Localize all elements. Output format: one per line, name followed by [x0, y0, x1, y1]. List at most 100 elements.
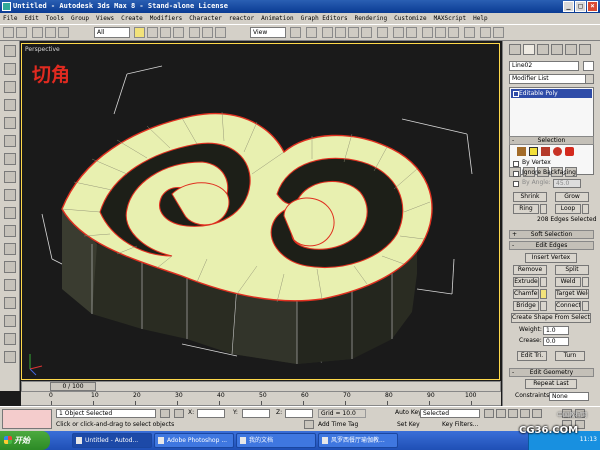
- play-icon[interactable]: [508, 409, 518, 418]
- schematic-view-icon[interactable]: [448, 27, 459, 38]
- percent-snap-icon[interactable]: [348, 27, 359, 38]
- menu-views[interactable]: Views: [96, 13, 114, 24]
- maximize-button[interactable]: □: [575, 1, 586, 12]
- menu-animation[interactable]: Animation: [261, 13, 294, 24]
- constraints-dropdown[interactable]: None: [549, 392, 589, 401]
- object-name-field[interactable]: Line02: [509, 61, 579, 71]
- go-to-start-icon[interactable]: [484, 409, 494, 418]
- weight-field[interactable]: 1.0: [543, 326, 569, 335]
- task-photoshop[interactable]: Adobe Photoshop ...: [154, 433, 234, 448]
- spinner-snap-icon[interactable]: [361, 27, 372, 38]
- strip-tool-icon-7[interactable]: [4, 153, 16, 165]
- close-button[interactable]: ×: [587, 1, 598, 12]
- absolute-mode-icon[interactable]: [174, 409, 184, 418]
- time-tag-icon[interactable]: [304, 420, 314, 429]
- extrude-settings-button[interactable]: [540, 277, 547, 287]
- soft-selection-rollout-header[interactable]: + Soft Selection: [509, 230, 594, 239]
- stack-item-editable-poly[interactable]: Editable Poly: [511, 89, 592, 98]
- edit-edges-rollout-header[interactable]: - Edit Edges: [509, 241, 594, 250]
- layer-manager-icon[interactable]: [422, 27, 433, 38]
- border-mode-icon[interactable]: [541, 147, 550, 156]
- strip-tool-icon-4[interactable]: [4, 99, 16, 111]
- start-button[interactable]: 开始: [0, 431, 50, 450]
- task-my-documents[interactable]: 我的文档: [236, 433, 316, 448]
- hierarchy-tab-icon[interactable]: [537, 44, 549, 55]
- object-color-swatch[interactable]: [583, 61, 594, 71]
- edge-mode-icon[interactable]: [529, 147, 538, 156]
- viewport-label[interactable]: Perspective: [25, 46, 60, 53]
- strip-tool-icon-17[interactable]: [4, 333, 16, 345]
- material-editor-icon[interactable]: [464, 27, 475, 38]
- reference-coordinate-dropdown[interactable]: View: [250, 27, 286, 38]
- weld-settings-button[interactable]: [582, 277, 589, 287]
- unlink-icon[interactable]: [45, 27, 56, 38]
- menu-modifiers[interactable]: Modifiers: [150, 13, 183, 24]
- element-mode-icon[interactable]: [565, 147, 574, 156]
- selection-filter-dropdown[interactable]: All: [94, 27, 130, 38]
- repeat-last-button[interactable]: Repeat Last: [525, 379, 577, 389]
- menu-create[interactable]: Create: [121, 13, 143, 24]
- x-coord-field[interactable]: [197, 409, 225, 418]
- polygon-mode-icon[interactable]: [553, 147, 562, 156]
- time-slider-thumb[interactable]: 0 / 100: [50, 382, 96, 391]
- rectangular-selection-icon[interactable]: [160, 27, 171, 38]
- ignore-backfacing-checkbox[interactable]: [513, 171, 519, 177]
- strip-tool-icon-16[interactable]: [4, 315, 16, 327]
- loop-spinner[interactable]: [582, 204, 589, 214]
- timeline-ruler[interactable]: 0 10 20 30 40 50 60 70 80 90 100: [21, 392, 501, 406]
- bridge-button[interactable]: Bridge: [513, 301, 539, 311]
- mirror-icon[interactable]: [393, 27, 404, 38]
- create-shape-button[interactable]: Create Shape From Selection: [511, 313, 591, 323]
- z-coord-field[interactable]: [285, 409, 313, 418]
- curve-editor-icon[interactable]: [435, 27, 446, 38]
- previous-frame-icon[interactable]: [496, 409, 506, 418]
- strip-tool-icon-15[interactable]: [4, 297, 16, 309]
- motion-tab-icon[interactable]: [551, 44, 563, 55]
- strip-tool-icon-9[interactable]: [4, 189, 16, 201]
- go-to-end-icon[interactable]: [532, 409, 542, 418]
- menu-reactor[interactable]: reactor: [229, 13, 254, 24]
- strip-tool-icon-12[interactable]: [4, 243, 16, 255]
- modifier-list-dropdown[interactable]: Modifier List: [509, 74, 594, 84]
- strip-tool-icon-1[interactable]: [4, 45, 16, 57]
- weld-button[interactable]: Weld: [555, 277, 581, 287]
- split-button[interactable]: Split: [555, 265, 589, 275]
- menu-group[interactable]: Group: [71, 13, 89, 24]
- strip-tool-icon-8[interactable]: [4, 171, 16, 183]
- snap-toggle-icon[interactable]: [322, 27, 333, 38]
- insert-vertex-button[interactable]: Insert Vertex: [525, 253, 577, 263]
- connect-button[interactable]: Connect: [555, 301, 581, 311]
- connect-settings-button[interactable]: [582, 301, 589, 311]
- strip-tool-icon-14[interactable]: [4, 279, 16, 291]
- move-icon[interactable]: [189, 27, 200, 38]
- add-time-tag-button[interactable]: Add Time Tag: [318, 421, 358, 429]
- link-icon[interactable]: [32, 27, 43, 38]
- chamfer-settings-button[interactable]: [540, 289, 547, 299]
- crease-field[interactable]: 0.0: [543, 337, 569, 346]
- menu-file[interactable]: File: [3, 13, 17, 24]
- edit-geometry-rollout-header[interactable]: - Edit Geometry: [509, 368, 594, 377]
- rotate-icon[interactable]: [202, 27, 213, 38]
- perspective-viewport[interactable]: Perspective 切角: [21, 43, 500, 380]
- selection-rollout-header[interactable]: - Selection: [509, 136, 594, 145]
- redo-icon[interactable]: [16, 27, 27, 38]
- menu-maxscript[interactable]: MAXScript: [434, 13, 467, 24]
- set-key-button[interactable]: Set Key: [397, 421, 420, 429]
- angle-snap-icon[interactable]: [335, 27, 346, 38]
- menu-customize[interactable]: Customize: [394, 13, 427, 24]
- select-manipulate-icon[interactable]: [306, 27, 317, 38]
- turn-button[interactable]: Turn: [555, 351, 585, 361]
- menu-graph-editors[interactable]: Graph Editors: [301, 13, 348, 24]
- select-by-name-icon[interactable]: [147, 27, 158, 38]
- utilities-tab-icon[interactable]: [579, 44, 591, 55]
- lock-selection-icon[interactable]: [160, 409, 170, 418]
- ring-button[interactable]: Ring: [513, 204, 539, 214]
- undo-icon[interactable]: [3, 27, 14, 38]
- by-angle-checkbox[interactable]: [513, 181, 519, 187]
- extrude-button[interactable]: Extrude: [513, 277, 539, 287]
- display-tab-icon[interactable]: [565, 44, 577, 55]
- auto-key-button[interactable]: Auto Key: [395, 409, 422, 417]
- bridge-settings-button[interactable]: [540, 301, 547, 311]
- strip-tool-icon-18[interactable]: [4, 351, 16, 363]
- bind-space-warp-icon[interactable]: [58, 27, 69, 38]
